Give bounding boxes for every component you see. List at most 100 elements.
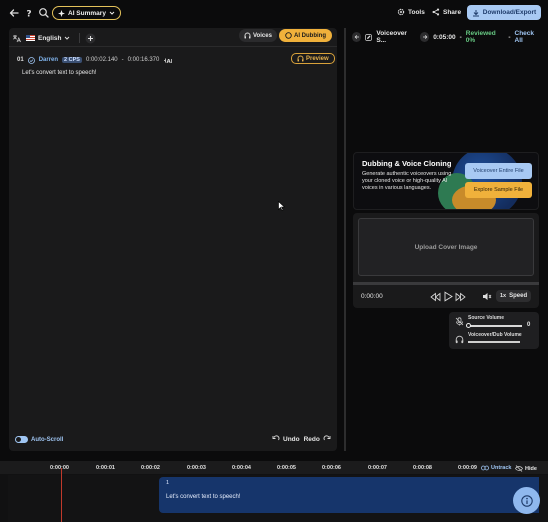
- untrack-label: Untrack: [491, 465, 512, 471]
- playback-progress-bar[interactable]: [353, 282, 539, 285]
- source-volume-slider[interactable]: [466, 323, 522, 328]
- ai-dubbing-label: AI Dubbing: [294, 32, 326, 39]
- speed-label: Speed: [509, 293, 528, 299]
- time-separator: -: [121, 57, 124, 63]
- top-bar: ? AI Summary Tools Share Download/Export: [0, 0, 548, 26]
- language-label: English: [38, 34, 62, 42]
- tick-label: 0:00:07: [368, 465, 387, 471]
- toggle-switch[interactable]: [15, 436, 28, 443]
- fast-forward-icon[interactable]: [455, 292, 466, 302]
- share-button[interactable]: Share: [432, 8, 461, 16]
- share-label: Share: [443, 8, 462, 16]
- search-icon[interactable]: [38, 7, 50, 19]
- voiceover-title[interactable]: Voiceover S...: [376, 30, 415, 44]
- tick-label: 0:00:04: [232, 465, 251, 471]
- tools-button[interactable]: Tools: [397, 8, 425, 16]
- rewind-icon[interactable]: [430, 292, 441, 302]
- current-time: 0:00:00: [361, 293, 383, 300]
- language-selector[interactable]: English: [26, 35, 70, 42]
- slider-handle[interactable]: [466, 323, 471, 328]
- tick-label: 0:00:06: [322, 465, 341, 471]
- divider: [79, 33, 81, 43]
- download-export-button[interactable]: Download/Export: [467, 5, 541, 20]
- segment-end-time[interactable]: 0:00:16.370: [128, 57, 160, 63]
- edit-icon[interactable]: [365, 33, 373, 41]
- promo-description: Generate authentic voiceovers using your…: [362, 171, 452, 191]
- redo-icon: [323, 435, 331, 443]
- info-button[interactable]: [513, 487, 540, 514]
- ai-summary-label: AI Summary: [68, 9, 106, 17]
- help-icon[interactable]: ?: [23, 7, 35, 20]
- voiceover-header: Voiceover S... 0:05:00 - Reviewed 0% - C…: [352, 30, 542, 44]
- download-export-label: Download/Export: [482, 9, 537, 16]
- preview-button[interactable]: Preview: [291, 53, 335, 64]
- untrack-button[interactable]: Untrack: [481, 465, 511, 471]
- media-player: Upload Cover Image 0:00:00 1x Speed: [353, 213, 539, 308]
- add-language-button[interactable]: [85, 33, 96, 44]
- mute-icon[interactable]: [482, 292, 492, 301]
- voices-button[interactable]: Voices: [239, 29, 277, 42]
- back-arrow-icon[interactable]: [352, 32, 362, 42]
- dubbing-promo-card: Dubbing & Voice Cloning Generate authent…: [353, 152, 539, 210]
- source-volume-value: 0: [527, 322, 531, 328]
- ai-dubbing-button[interactable]: AI Dubbing: [279, 29, 332, 42]
- gear-icon: [397, 8, 405, 16]
- language-row: English: [12, 31, 96, 45]
- playback-speed-button[interactable]: 1x Speed: [496, 290, 532, 302]
- chevron-down-icon: [109, 10, 115, 16]
- us-flag-icon: [26, 35, 35, 41]
- link-icon: [481, 465, 489, 471]
- speaker-name[interactable]: Darren: [39, 57, 58, 63]
- back-arrow-icon[interactable]: [8, 7, 20, 19]
- voiceover-duration: 0:05:00: [433, 33, 456, 41]
- undo-button[interactable]: Undo: [272, 435, 300, 443]
- dub-volume-label: Voiceover/Dub Volume: [468, 332, 522, 338]
- undo-icon: [272, 435, 280, 443]
- speed-value: 1x: [500, 293, 507, 299]
- segment-start-time[interactable]: 0:00:02.140: [86, 57, 118, 63]
- preview-label: Preview: [306, 55, 329, 62]
- promo-title: Dubbing & Voice Cloning: [362, 159, 452, 168]
- sparkle-icon: [58, 9, 65, 17]
- ai-summary-button[interactable]: AI Summary: [52, 6, 121, 20]
- voiceover-entire-file-button[interactable]: Voiceover Entire File: [465, 163, 532, 179]
- auto-scroll-toggle[interactable]: Auto-Scroll: [15, 436, 63, 443]
- tick-label: 0:00:03: [187, 465, 206, 471]
- dub-volume-slider[interactable]: [468, 341, 520, 343]
- undo-label: Undo: [283, 435, 300, 443]
- check-circle-icon[interactable]: [27, 56, 35, 64]
- hide-timeline-button[interactable]: Hide: [515, 465, 537, 472]
- timeline-clip[interactable]: 1 Let's convert text to speech!: [159, 477, 539, 513]
- timeline-ruler[interactable]: 0:00:00 0:00:01 0:00:02 0:00:03 0:00:04 …: [0, 461, 548, 474]
- segment-header: 01 Darren 2 CPS 0:00:02.140 - 0:00:16.37…: [17, 56, 172, 64]
- share-icon: [432, 8, 440, 16]
- chevron-down-icon: [64, 35, 70, 41]
- ai-voice-icon[interactable]: AI: [163, 57, 172, 64]
- tick-label: 0:00:05: [277, 465, 296, 471]
- headphones-icon: [244, 32, 251, 39]
- forward-arrow-icon[interactable]: [419, 32, 430, 42]
- download-icon: [472, 9, 480, 17]
- segment-text[interactable]: Let's convert text to speech!: [22, 70, 97, 76]
- transport-controls: [430, 291, 466, 302]
- upload-cover-image-button[interactable]: Upload Cover Image: [358, 218, 534, 276]
- separator: -: [508, 33, 511, 41]
- mouse-cursor-icon: [278, 201, 285, 211]
- play-icon[interactable]: [443, 291, 453, 302]
- translate-icon[interactable]: [12, 34, 21, 43]
- clip-number: 1: [166, 480, 170, 486]
- auto-scroll-label: Auto-Scroll: [31, 436, 64, 443]
- reviewed-status: Reviewed 0%: [465, 30, 496, 44]
- tick-label: 0:00:02: [141, 465, 160, 471]
- source-volume-label: Source Volume: [468, 315, 505, 321]
- explore-sample-file-button[interactable]: Explore Sample File: [465, 182, 532, 198]
- source-mute-icon[interactable]: [455, 317, 464, 326]
- panel-resize-handle[interactable]: [344, 28, 346, 451]
- redo-label: Redo: [303, 435, 320, 443]
- volume-panel: Source Volume 0 Voiceover/Dub Volume: [449, 312, 539, 349]
- redo-button[interactable]: Redo: [304, 435, 331, 443]
- check-all-link[interactable]: Check All: [515, 30, 543, 44]
- cps-badge: 2 CPS: [62, 57, 82, 63]
- playhead[interactable]: [61, 468, 62, 522]
- tick-label: 0:00:00: [50, 465, 69, 471]
